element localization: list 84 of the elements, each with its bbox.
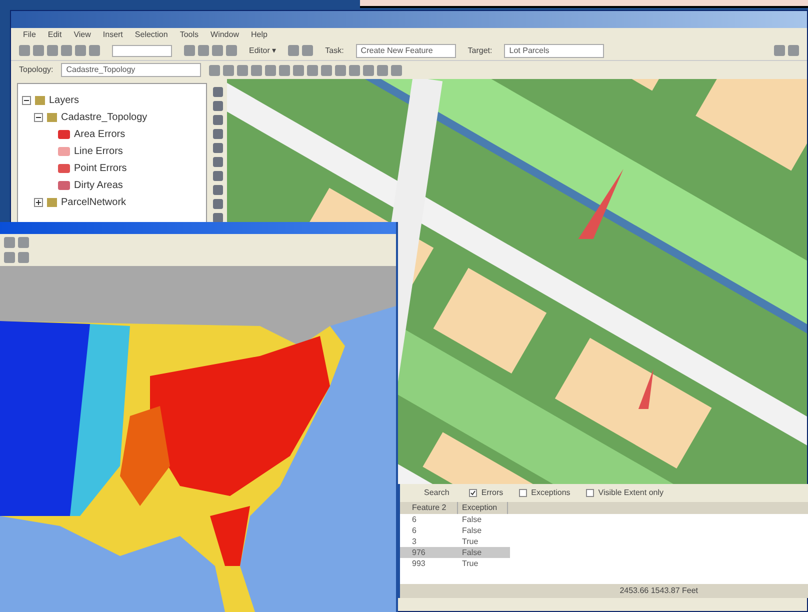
table-row[interactable]: 993 True: [400, 558, 510, 569]
toc-item[interactable]: Layers: [49, 93, 80, 108]
checkbox[interactable]: [519, 489, 528, 497]
status-coordinates: 2453.66 1543.87 Feet: [620, 585, 698, 597]
column-header[interactable]: Exception: [458, 502, 508, 514]
topology-dropdown[interactable]: Cadastre_Topology: [61, 63, 202, 77]
column-header[interactable]: Feature 2: [408, 502, 458, 514]
toolbar-icon[interactable]: [788, 45, 799, 56]
expand-toggle[interactable]: [22, 96, 31, 105]
toolbar-icon[interactable]: [61, 45, 72, 56]
checkbox[interactable]: [469, 489, 478, 497]
table-cell-text: 6: [411, 514, 418, 525]
menu-item[interactable]: Window: [210, 28, 239, 40]
toc-item[interactable]: ParcelNetwork: [61, 195, 126, 210]
menu-item[interactable]: Help: [250, 28, 268, 40]
toolbar-icon[interactable]: [237, 64, 248, 76]
toolbar-icon[interactable]: [321, 64, 332, 76]
toolbar-icon[interactable]: [89, 45, 100, 56]
toc-item[interactable]: Dirty Areas: [74, 178, 123, 193]
toolbar-icon[interactable]: [363, 64, 374, 76]
menu-item[interactable]: Edit: [48, 28, 62, 40]
topology-label: Topology:: [19, 64, 54, 76]
toolbar-icon[interactable]: [226, 45, 237, 56]
table-cell-text: False: [461, 525, 483, 536]
table-cell-text: 976: [411, 547, 426, 558]
checkbox-label: Visible Extent only: [598, 487, 664, 499]
task-dropdown[interactable]: Create New Feature: [356, 44, 456, 58]
checkbox-label: Exceptions: [531, 487, 570, 499]
search-button[interactable]: Search: [420, 487, 454, 499]
scale-field[interactable]: [112, 44, 172, 56]
table-row[interactable]: 976 False: [400, 547, 510, 558]
menu-item[interactable]: File: [23, 28, 36, 40]
toolbar-icon[interactable]: [251, 64, 262, 76]
toolbar-icon[interactable]: [307, 64, 318, 76]
table-row[interactable]: 6 False: [400, 514, 510, 525]
table-cell-text: 3: [411, 536, 418, 547]
table-cell-text: True: [461, 536, 480, 547]
checkbox-label: Errors: [481, 487, 504, 499]
toolbar-icon[interactable]: [75, 45, 86, 56]
toolbar-icon[interactable]: [33, 45, 44, 56]
toolbar-icon[interactable]: [4, 237, 15, 248]
toolbar-icon[interactable]: [184, 45, 195, 56]
toolbar-icon[interactable]: [265, 64, 276, 76]
toc-item[interactable]: Cadastre_Topology: [61, 110, 148, 125]
expand-toggle[interactable]: [34, 113, 43, 122]
table-cell-text: 993: [411, 558, 426, 569]
toolbar-icon[interactable]: [198, 45, 209, 56]
toc-item[interactable]: Line Errors: [74, 144, 123, 159]
toolbar-icon[interactable]: [774, 45, 785, 56]
toolbar-icon[interactable]: [18, 252, 29, 263]
toolbar-icon[interactable]: [288, 45, 300, 56]
menu-item[interactable]: Selection: [134, 28, 168, 40]
toc-item[interactable]: Point Errors: [74, 161, 127, 176]
toolbar-icon[interactable]: [18, 237, 29, 248]
task-label: Task:: [325, 44, 344, 56]
toolbar-icon[interactable]: [47, 45, 58, 56]
table-cell-text: True: [461, 558, 480, 569]
toolbar-icon[interactable]: [209, 64, 220, 76]
toolbar-icon[interactable]: [293, 64, 304, 76]
target-label: Target:: [468, 44, 492, 56]
table-row[interactable]: 6 False: [400, 525, 510, 536]
toolbar-icon[interactable]: [349, 64, 360, 76]
editor-menu[interactable]: Editor ▾: [249, 44, 276, 56]
toolbar-icon[interactable]: [391, 64, 402, 76]
table-cell-text: 6: [411, 525, 418, 536]
toolbar-icon[interactable]: [19, 45, 30, 56]
table-row[interactable]: 3 True: [400, 536, 510, 547]
menu-item[interactable]: Tools: [180, 28, 199, 40]
toolbar-icon[interactable]: [223, 64, 234, 76]
target-dropdown[interactable]: Lot Parcels: [504, 44, 604, 58]
layer-icon: [47, 198, 57, 207]
menu-item[interactable]: View: [74, 28, 91, 40]
toolbar-icon[interactable]: [212, 45, 223, 56]
menu-item[interactable]: Insert: [102, 28, 123, 40]
table-cell-text: False: [461, 514, 483, 525]
toolbar-icon[interactable]: [4, 252, 15, 263]
expand-toggle[interactable]: [34, 198, 43, 207]
toolbar-icon[interactable]: [279, 64, 290, 76]
toolbar-icon[interactable]: [335, 64, 346, 76]
toc-item[interactable]: Area Errors: [74, 127, 126, 142]
toolbar-icon[interactable]: [377, 64, 388, 76]
toolbar-icon[interactable]: [302, 45, 314, 56]
table-cell-text: False: [461, 547, 483, 558]
checkbox[interactable]: [586, 489, 594, 497]
